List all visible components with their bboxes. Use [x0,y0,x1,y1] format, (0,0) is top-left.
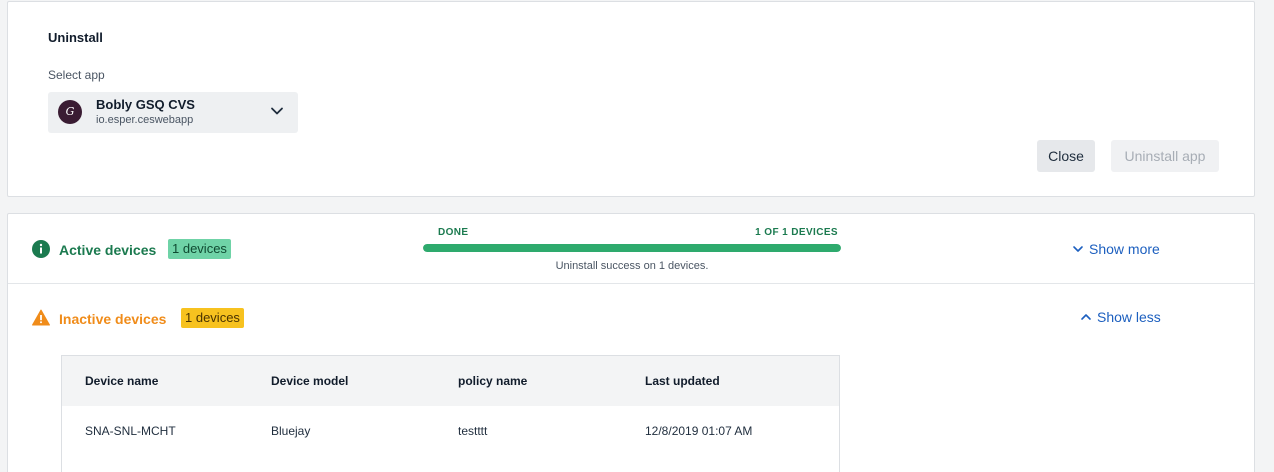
active-devices-label: Active devices [59,242,157,258]
uninstall-app-button[interactable]: Uninstall app [1111,140,1219,172]
show-more-label: Show more [1089,241,1160,257]
selected-app-name: Bobly GSQ CVS [96,97,195,112]
column-header-device-model: Device model [271,374,349,388]
show-less-toggle[interactable]: Show less [1080,309,1161,325]
uninstall-card: Uninstall Select app G Bobly GSQ CVS io.… [7,1,1255,197]
progress-fill [423,244,841,252]
warning-icon [32,309,50,326]
active-devices-badge: 1 devices [168,239,231,259]
selected-app-package: io.esper.ceswebapp [96,114,194,126]
show-less-label: Show less [1097,309,1161,325]
cell-device-name: SNA-SNL-MCHT [85,424,176,438]
inactive-devices-table: Device name Device model policy name Las… [61,355,840,472]
show-more-toggle[interactable]: Show more [1072,241,1160,257]
table-header: Device name Device model policy name Las… [62,356,839,406]
app-select-dropdown[interactable]: G Bobly GSQ CVS io.esper.ceswebapp [48,92,298,133]
device-status-card: Active devices 1 devices DONE 1 OF 1 DEV… [7,213,1255,472]
uninstall-progress-bar [423,244,841,252]
progress-message: Uninstall success on 1 devices. [555,260,709,272]
inactive-devices-badge: 1 devices [181,308,244,328]
progress-status-label: DONE [438,227,469,238]
chevron-down-icon [271,107,283,115]
cell-last-updated: 12/8/2019 01:07 AM [645,424,753,438]
column-header-policy-name: policy name [458,374,528,388]
info-icon [32,240,50,258]
select-app-label: Select app [48,68,105,82]
column-header-device-name: Device name [85,374,159,388]
app-avatar: G [58,100,82,124]
inactive-devices-label: Inactive devices [59,311,167,327]
progress-count-label: 1 OF 1 DEVICES [755,227,838,238]
cell-policy-name: testttt [458,424,488,438]
uninstall-title: Uninstall [48,30,103,45]
row-divider [8,283,1254,284]
chevron-down-icon [1073,246,1083,252]
cell-device-model: Bluejay [271,424,311,438]
chevron-up-icon [1081,314,1091,320]
close-button[interactable]: Close [1037,140,1095,172]
column-header-last-updated: Last updated [645,374,720,388]
